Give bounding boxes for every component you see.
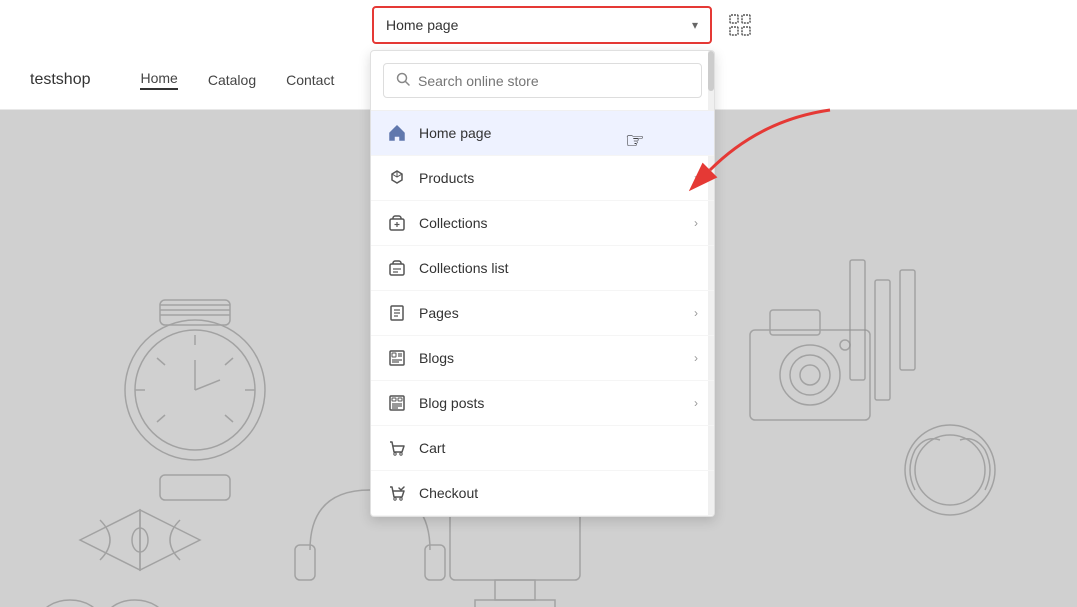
menu-item-checkout[interactable]: Checkout	[371, 471, 714, 516]
page-selector-text: Home page	[386, 17, 458, 33]
dropdown-arrow-icon: ▾	[692, 18, 698, 32]
menu-label-pages: Pages	[419, 305, 459, 321]
menu-label-cart: Cart	[419, 440, 445, 456]
nav-home[interactable]: Home	[140, 70, 177, 90]
menu-label-checkout: Checkout	[419, 485, 478, 501]
menu-label-blogs: Blogs	[419, 350, 454, 366]
checkout-icon	[387, 483, 407, 503]
collections-icon	[387, 213, 407, 233]
menu-item-left-blogs: Blogs	[387, 348, 454, 368]
nav-contact[interactable]: Contact	[286, 72, 334, 88]
menu-item-left-home: Home page	[387, 123, 491, 143]
pages-icon	[387, 303, 407, 323]
menu-item-cart[interactable]: Cart	[371, 426, 714, 471]
menu-label-collections-list: Collections list	[419, 260, 508, 276]
menu-item-pages[interactable]: Pages ›	[371, 291, 714, 336]
blogs-chevron-icon: ›	[694, 351, 698, 365]
menu-item-home-page[interactable]: Home page	[371, 111, 714, 156]
dropdown-menu: Home page Products ›	[370, 50, 715, 517]
menu-label-products: Products	[419, 170, 474, 186]
grid-icon-button[interactable]	[722, 7, 758, 43]
menu-item-left-checkout: Checkout	[387, 483, 478, 503]
menu-item-left-collections-list: Collections list	[387, 258, 508, 278]
store-logo: testshop	[30, 71, 90, 89]
collections-chevron-icon: ›	[694, 216, 698, 230]
menu-item-blog-posts[interactable]: Blog posts ›	[371, 381, 714, 426]
menu-item-left-products: Products	[387, 168, 474, 188]
menu-item-collections[interactable]: Collections ›	[371, 201, 714, 246]
search-box[interactable]	[383, 63, 702, 98]
dropdown-trigger-area: Home page ▾	[370, 0, 760, 50]
scrollbar-thumb[interactable]	[708, 51, 714, 91]
menu-label-collections: Collections	[419, 215, 487, 231]
menu-item-left-blog-posts: Blog posts	[387, 393, 484, 413]
menu-label-blog-posts: Blog posts	[419, 395, 484, 411]
menu-item-collections-list[interactable]: Collections list	[371, 246, 714, 291]
products-chevron-icon: ›	[694, 171, 698, 185]
menu-item-blogs[interactable]: Blogs ›	[371, 336, 714, 381]
search-input[interactable]	[418, 73, 689, 89]
nav-catalog[interactable]: Catalog	[208, 72, 256, 88]
blogs-icon	[387, 348, 407, 368]
search-icon	[396, 72, 410, 89]
menu-label-home-page: Home page	[419, 125, 491, 141]
collections-list-icon	[387, 258, 407, 278]
pages-chevron-icon: ›	[694, 306, 698, 320]
products-icon	[387, 168, 407, 188]
blog-posts-chevron-icon: ›	[694, 396, 698, 410]
blog-posts-icon	[387, 393, 407, 413]
menu-item-left-cart: Cart	[387, 438, 445, 458]
cart-icon	[387, 438, 407, 458]
home-icon	[387, 123, 407, 143]
menu-item-products[interactable]: Products ›	[371, 156, 714, 201]
menu-item-left-pages: Pages	[387, 303, 459, 323]
menu-item-left-collections: Collections	[387, 213, 487, 233]
search-container	[371, 51, 714, 111]
page-selector-dropdown[interactable]: Home page ▾	[372, 6, 712, 44]
